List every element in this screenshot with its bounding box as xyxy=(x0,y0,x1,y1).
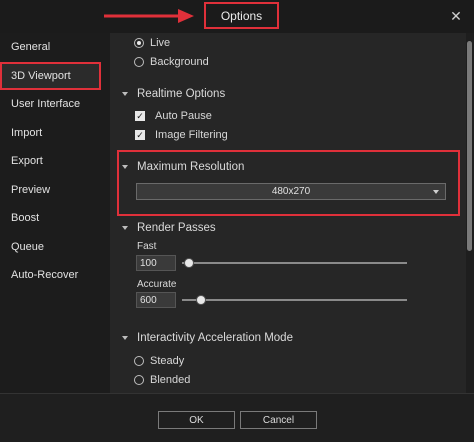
window-title-text: Options xyxy=(220,8,263,23)
collapse-caret-icon xyxy=(122,226,128,230)
dialog-footer: OK Cancel xyxy=(0,393,474,442)
checkbox-label: Auto Pause xyxy=(155,110,212,122)
fast-passes-slider[interactable] xyxy=(182,258,407,268)
collapse-caret-icon xyxy=(122,165,128,169)
sidebar-item-label: User Interface xyxy=(11,98,81,110)
radio-live[interactable]: Live xyxy=(134,37,170,49)
sidebar-item-label: Export xyxy=(11,155,43,167)
radio-blended[interactable]: Blended xyxy=(134,374,190,386)
ok-button[interactable]: OK xyxy=(158,411,235,429)
sidebar-item-label: Auto-Recover xyxy=(11,269,79,281)
section-render-passes[interactable]: Render Passes xyxy=(122,222,216,234)
sidebar-item-label: 3D Viewport xyxy=(11,69,71,82)
section-realtime-options[interactable]: Realtime Options xyxy=(122,88,225,100)
checkbox-auto-pause[interactable]: ✓ Auto Pause xyxy=(135,110,212,122)
cancel-button[interactable]: Cancel xyxy=(240,411,317,429)
radio-button xyxy=(134,356,144,366)
annotation-arrow-icon xyxy=(104,9,194,23)
radio-label: Blended xyxy=(150,374,191,386)
section-title: Interactivity Acceleration Mode xyxy=(137,332,293,344)
sidebar-item-boost[interactable]: Boost xyxy=(0,204,110,233)
section-title: Maximum Resolution xyxy=(137,161,245,173)
radio-steady[interactable]: Steady xyxy=(134,355,184,367)
checkbox-checked-icon: ✓ xyxy=(135,129,145,140)
close-button[interactable]: ✕ xyxy=(446,6,466,26)
sidebar-item-preview[interactable]: Preview xyxy=(0,176,110,205)
sidebar-item-label: General xyxy=(11,41,51,53)
collapse-caret-icon xyxy=(122,336,128,340)
checkbox-checked-icon: ✓ xyxy=(135,110,145,121)
section-title: Realtime Options xyxy=(137,88,226,100)
sidebar-item-label: Preview xyxy=(11,183,51,196)
sidebar-item-export[interactable]: Export xyxy=(0,147,110,176)
accurate-passes-slider[interactable] xyxy=(182,295,407,305)
checkbox-image-filtering[interactable]: ✓ Image Filtering xyxy=(135,129,228,141)
close-icon: ✕ xyxy=(450,7,462,24)
accurate-label: Accurate xyxy=(137,279,177,290)
options-content: Live Background Realtime Options ✓ Auto … xyxy=(110,33,466,393)
sidebar-item-import[interactable]: Import xyxy=(0,119,110,148)
sidebar-item-user-interface[interactable]: User Interface xyxy=(0,90,110,119)
radio-background[interactable]: Background xyxy=(134,56,209,68)
checkbox-label: Image Filtering xyxy=(155,129,228,141)
cancel-button-label: Cancel xyxy=(262,414,295,426)
radio-button xyxy=(134,38,144,48)
slider-handle[interactable] xyxy=(184,258,194,268)
chevron-down-icon xyxy=(433,190,439,194)
radio-button xyxy=(134,57,144,67)
radio-label: Live xyxy=(150,37,171,49)
resolution-dropdown-value: 480x270 xyxy=(271,186,311,197)
section-interactivity-acceleration[interactable]: Interactivity Acceleration Mode xyxy=(122,332,293,344)
radio-button xyxy=(134,375,144,385)
section-title: Render Passes xyxy=(137,222,216,234)
resolution-dropdown[interactable]: 480x270 xyxy=(136,183,446,200)
ok-button-label: OK xyxy=(189,414,204,426)
radio-label: Steady xyxy=(150,355,185,367)
title-bar: Options ✕ xyxy=(0,0,474,34)
sidebar-item-label: Import xyxy=(11,126,43,139)
radio-label: Background xyxy=(150,56,209,68)
sidebar-item-queue[interactable]: Queue xyxy=(0,233,110,262)
sidebar-item-3d-viewport[interactable]: 3D Viewport xyxy=(0,61,101,90)
accurate-passes-input[interactable] xyxy=(136,292,176,308)
slider-handle[interactable] xyxy=(196,295,206,305)
fast-label: Fast xyxy=(137,241,157,252)
sidebar-item-label: Boost xyxy=(11,212,40,224)
scrollbar-thumb[interactable] xyxy=(467,41,472,251)
sidebar-item-label: Queue xyxy=(11,240,45,253)
options-sidebar: General 3D Viewport User Interface Impor… xyxy=(0,33,110,393)
content-scrollbar[interactable] xyxy=(466,33,474,393)
sidebar-item-auto-recover[interactable]: Auto-Recover xyxy=(0,261,110,290)
collapse-caret-icon xyxy=(122,92,128,96)
window-title: Options xyxy=(204,2,279,29)
fast-passes-input[interactable] xyxy=(136,255,176,271)
sidebar-item-general[interactable]: General xyxy=(0,33,110,62)
section-maximum-resolution[interactable]: Maximum Resolution xyxy=(122,161,244,173)
